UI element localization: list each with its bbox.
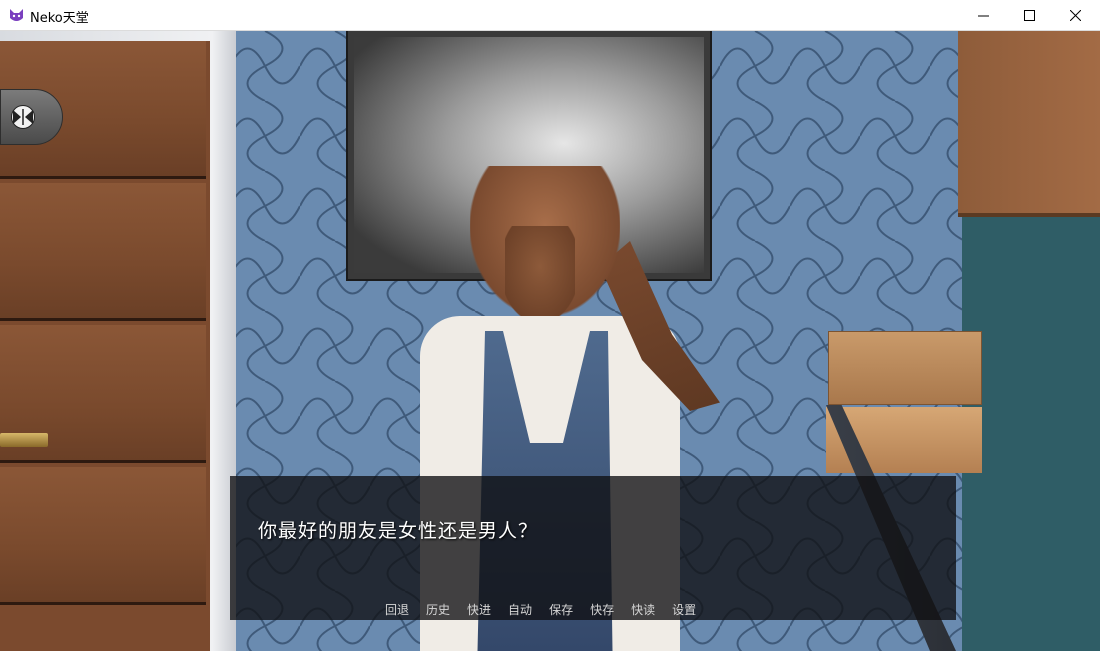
quick-menu-settings[interactable]: 设置 bbox=[672, 601, 696, 619]
door-handle bbox=[0, 433, 48, 447]
quick-menu-history[interactable]: 历史 bbox=[426, 601, 450, 619]
quick-menu: 回退 历史 快进 自动 保存 快存 快读 设置 bbox=[385, 601, 713, 619]
cat-face-icon bbox=[9, 8, 24, 23]
quick-menu-quick-save[interactable]: 快存 bbox=[590, 601, 614, 619]
dialogue-box[interactable]: 你最好的朋友是女性还是男人？ bbox=[230, 476, 956, 620]
door-panel bbox=[0, 467, 206, 605]
close-button[interactable] bbox=[1052, 0, 1098, 31]
quick-menu-save[interactable]: 保存 bbox=[549, 601, 573, 619]
window-title: Neko天堂 bbox=[30, 11, 89, 26]
maximize-button[interactable] bbox=[1006, 0, 1052, 31]
skip-arrows-icon bbox=[10, 105, 35, 129]
door-panel bbox=[0, 183, 206, 321]
window-titlebar: Neko天堂 bbox=[0, 0, 1100, 31]
quick-menu-rollback[interactable]: 回退 bbox=[385, 601, 409, 619]
wooden-box bbox=[828, 331, 982, 405]
close-icon bbox=[1069, 10, 1081, 21]
character-face bbox=[505, 226, 575, 316]
kitchen-tile-wall bbox=[962, 217, 1100, 651]
dialogue-text: 你最好的朋友是女性还是男人？ bbox=[258, 520, 539, 542]
quick-menu-quick-load[interactable]: 快读 bbox=[631, 601, 655, 619]
quick-menu-auto[interactable]: 自动 bbox=[508, 601, 532, 619]
side-menu-toggle-button[interactable] bbox=[0, 89, 63, 145]
minimize-button[interactable] bbox=[960, 0, 1006, 31]
maximize-icon bbox=[1023, 10, 1035, 21]
quick-menu-skip[interactable]: 快进 bbox=[467, 601, 491, 619]
minimize-icon bbox=[977, 15, 989, 17]
wall-cabinet bbox=[958, 31, 1100, 217]
